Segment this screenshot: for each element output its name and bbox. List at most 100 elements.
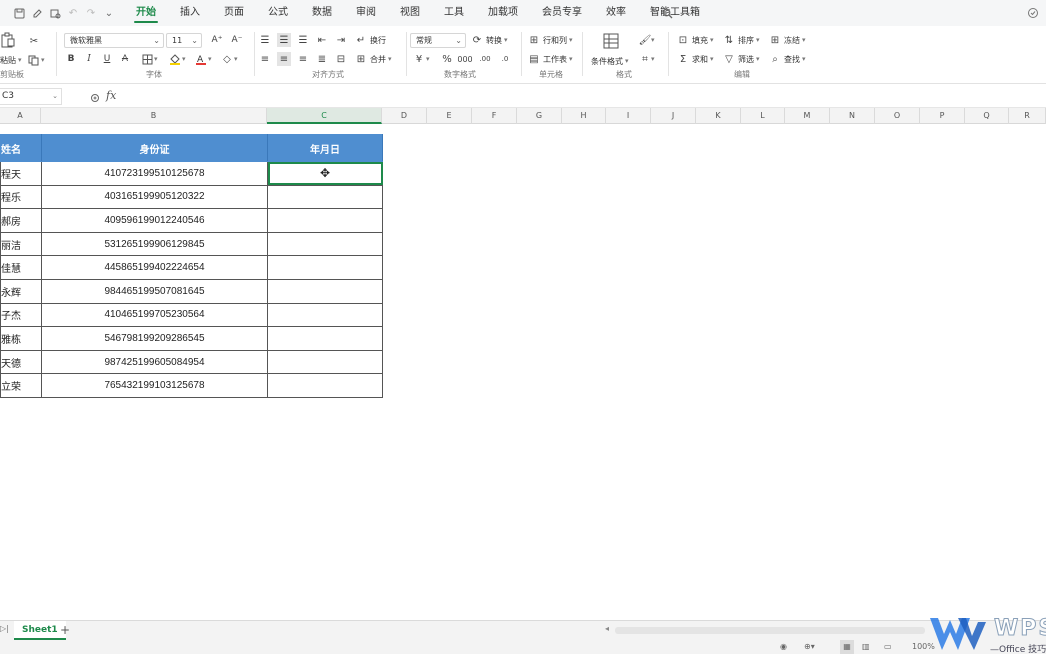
print-preview-icon[interactable] [46, 4, 64, 22]
header-cell-name[interactable]: 姓名 [0, 134, 42, 162]
tab-view[interactable]: 视图 [388, 0, 432, 26]
tab-addins[interactable]: 加载项 [476, 0, 530, 26]
page-layout-icon[interactable]: ▥ [862, 640, 870, 654]
column-header-d[interactable]: D [382, 108, 427, 124]
date-cell[interactable] [267, 302, 383, 328]
date-cell[interactable] [267, 373, 383, 398]
redo-icon[interactable]: ↷ [82, 4, 100, 22]
id-cell[interactable]: 403165199905120322 [41, 184, 268, 210]
strikethrough-icon[interactable]: A [118, 52, 132, 66]
sum-button[interactable]: Σ 求和 ▾ [676, 51, 714, 67]
convert-button[interactable]: ⟳ 转换 ▾ [470, 32, 508, 48]
tab-member[interactable]: 会员专享 [530, 0, 594, 26]
underline-icon[interactable]: U [100, 52, 114, 66]
name-cell[interactable]: 子杰 [0, 302, 42, 328]
id-cell[interactable]: 410723199510125678 [41, 161, 268, 186]
column-header-j[interactable]: J [651, 108, 696, 124]
paste-icon[interactable] [0, 32, 16, 48]
name-cell[interactable]: 丽洁 [0, 231, 42, 257]
sheet-nav-icon[interactable]: ▷| [0, 624, 9, 633]
column-header-e[interactable]: E [427, 108, 472, 124]
zoom-formula-icon[interactable] [86, 89, 104, 107]
paste-button[interactable]: 粘贴 ▾ [0, 52, 22, 68]
rows-columns-button[interactable]: ⊞ 行和列 ▾ [527, 32, 573, 48]
column-header-h[interactable]: H [562, 108, 606, 124]
formula-input[interactable] [126, 88, 1046, 105]
align-bottom-icon[interactable]: ☰ [296, 33, 310, 47]
tab-review[interactable]: 审阅 [344, 0, 388, 26]
scroll-left-icon[interactable]: ◂ [605, 624, 609, 633]
id-cell[interactable]: 546798199209286545 [41, 326, 268, 351]
column-header-c[interactable]: C [267, 108, 382, 124]
column-header-k[interactable]: K [696, 108, 741, 124]
merge-button[interactable]: ⊞ 合并 ▾ [354, 51, 392, 67]
column-header-a[interactable]: A [0, 108, 41, 124]
conditional-format-icon[interactable] [602, 32, 620, 50]
name-box[interactable]: C3 ⌄ [0, 88, 62, 105]
eye-protection-icon[interactable]: ◉ [780, 640, 787, 654]
column-header-q[interactable]: Q [965, 108, 1009, 124]
clear-format-icon[interactable]: ◇ [220, 52, 234, 66]
cut-icon[interactable]: ✂ [27, 34, 41, 48]
id-cell[interactable]: 409596199012240546 [41, 208, 268, 233]
filter-button[interactable]: ▽ 筛选 ▾ [722, 51, 759, 67]
copy-button[interactable]: ▾ [28, 52, 45, 68]
decrease-decimal-icon[interactable]: .0 [498, 52, 512, 66]
date-cell[interactable] [267, 326, 383, 351]
id-cell[interactable]: 984465199507081645 [41, 278, 268, 304]
name-cell[interactable]: 郝房 [0, 208, 42, 233]
save-icon[interactable] [10, 4, 28, 22]
cell-style-icon[interactable]: 🖌 [638, 33, 652, 47]
scrollbar-track[interactable] [615, 627, 925, 634]
column-header-r[interactable]: R [1009, 108, 1046, 124]
horizontal-scrollbar[interactable]: ◂ [605, 624, 935, 634]
format-painter-icon[interactable]: ⌗ [638, 52, 652, 66]
date-cell[interactable] [267, 184, 383, 210]
tab-data[interactable]: 数据 [300, 0, 344, 26]
name-cell[interactable]: 佳慧 [0, 255, 42, 280]
undo-icon[interactable]: ↶ [64, 4, 82, 22]
border-icon[interactable] [140, 52, 154, 66]
align-left-icon[interactable]: ≡ [258, 52, 272, 66]
decrease-indent-icon[interactable]: ⇤ [315, 33, 329, 47]
bold-icon[interactable]: B [64, 52, 78, 66]
normal-view-icon[interactable]: ▦ [840, 640, 854, 654]
font-color-icon[interactable]: A [194, 52, 208, 66]
name-cell[interactable]: 立荣 [0, 373, 42, 398]
tab-insert[interactable]: 插入 [168, 0, 212, 26]
increase-font-icon[interactable]: A⁺ [210, 33, 224, 47]
name-cell[interactable]: 天德 [0, 349, 42, 375]
insert-function-button[interactable]: fx [106, 89, 116, 102]
tab-page[interactable]: 页面 [212, 0, 256, 26]
id-cell[interactable]: 531265199906129845 [41, 231, 268, 257]
id-cell[interactable]: 445865199402224654 [41, 255, 268, 280]
tab-tools[interactable]: 工具 [432, 0, 476, 26]
freeze-button[interactable]: ⊞ 冻结 ▾ [768, 32, 806, 48]
font-name-select[interactable]: 微软雅黑 ⌄ [64, 33, 164, 48]
column-header-f[interactable]: F [472, 108, 517, 124]
find-button[interactable]: ⌕ 查找 ▾ [768, 51, 805, 67]
page-break-icon[interactable]: ▭ [884, 640, 892, 654]
date-cell[interactable] [267, 231, 383, 257]
name-cell[interactable]: 程乐 [0, 184, 42, 210]
id-cell[interactable]: 765432199103125678 [41, 373, 268, 398]
column-header-i[interactable]: I [606, 108, 651, 124]
currency-icon[interactable]: ¥ [412, 52, 426, 66]
id-cell[interactable]: 410465199705230564 [41, 302, 268, 328]
increase-decimal-icon[interactable]: .00 [478, 52, 492, 66]
sheet-tab-active[interactable]: Sheet1 [14, 621, 66, 640]
sort-button[interactable]: ⇅ 排序 ▾ [722, 32, 760, 48]
increase-indent-icon[interactable]: ⇥ [334, 33, 348, 47]
justify-icon[interactable]: ≣ [315, 52, 329, 66]
name-cell[interactable]: 程天 [0, 161, 42, 186]
decrease-font-icon[interactable]: A⁻ [230, 33, 244, 47]
wrap-text-button[interactable]: ↵ 换行 [354, 32, 386, 48]
thousands-icon[interactable]: 000 [457, 52, 472, 66]
worksheet-button[interactable]: ▤ 工作表 ▾ [527, 51, 572, 67]
column-header-p[interactable]: P [920, 108, 965, 124]
tab-home[interactable]: 开始 [124, 0, 168, 26]
cloud-sync-icon[interactable] [1024, 4, 1042, 22]
add-sheet-button[interactable]: + [60, 623, 70, 637]
font-size-select[interactable]: 11 ⌄ [166, 33, 202, 48]
tab-formulas[interactable]: 公式 [256, 0, 300, 26]
